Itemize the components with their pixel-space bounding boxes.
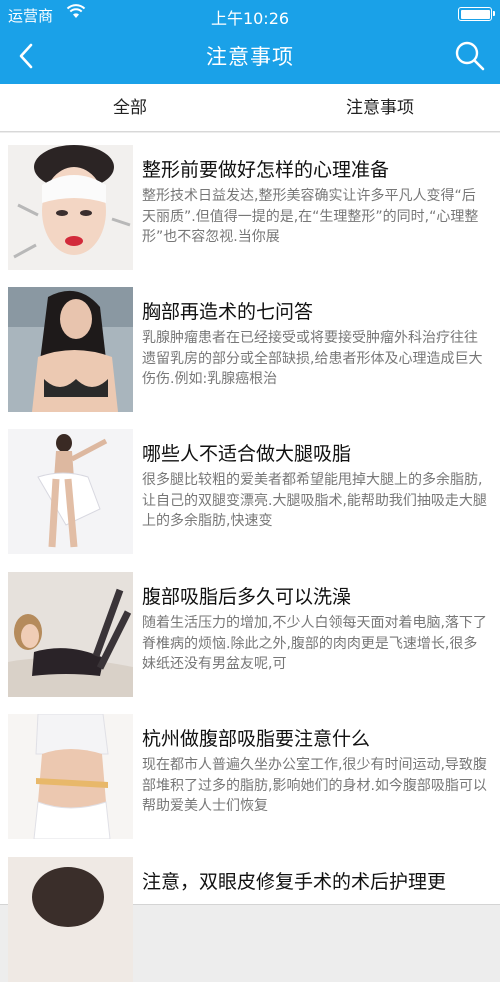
article-title: 整形前要做好怎样的心理准备 — [142, 159, 390, 181]
battery-icon — [458, 7, 495, 21]
search-icon[interactable] — [454, 40, 486, 72]
article-summary: 整形技术日益发达,整形美容确实让许多平凡人变得“后天丽质”.但值得一提的是,在“… — [142, 188, 479, 245]
list-item[interactable]: 整形前要做好怎样的心理准备 整形技术日益发达,整形美容确实让许多平凡人变得“后天… — [0, 133, 500, 279]
navigation-bar: 注意事项 — [0, 28, 500, 84]
page-title: 注意事项 — [206, 45, 294, 69]
category-tabs: 全部 注意事项 — [0, 84, 500, 132]
article-title: 杭州做腹部吸脂要注意什么 — [142, 728, 371, 750]
article-thumbnail — [8, 857, 133, 982]
article-thumbnail — [8, 714, 133, 839]
article-title: 哪些人不适合做大腿吸脂 — [142, 443, 352, 465]
list-item[interactable]: 哪些人不适合做大腿吸脂 很多腿比较粗的爱美者都希望能甩掉大腿上的多余脂肪,让自己… — [0, 417, 500, 562]
article-summary: 很多腿比较粗的爱美者都希望能甩掉大腿上的多余脂肪,让自己的双腿变漂亮.大腿吸脂术… — [142, 472, 487, 529]
article-thumbnail — [8, 429, 133, 554]
article-thumbnail — [8, 287, 133, 412]
tab-notes[interactable]: 注意事项 — [255, 84, 500, 132]
article-summary: 乳腺肿瘤患者在已经接受或将要接受肿瘤外科治疗往往遗留乳房的部分或全部缺损,给患者… — [142, 330, 483, 387]
list-item[interactable]: 杭州做腹部吸脂要注意什么 现在都市人普遍久坐办公室工作,很少有时间运动,导致腹部… — [0, 702, 500, 847]
article-title: 胸部再造术的七问答 — [142, 301, 314, 323]
list-item[interactable]: 腹部吸脂后多久可以洗澡 随着生活压力的增加,不少人白领每天面对着电脑,落下了脊椎… — [0, 560, 500, 704]
article-summary: 现在都市人普遍久坐办公室工作,很少有时间运动,导致腹部堆积了过多的脂肪,影响她们… — [142, 757, 487, 814]
article-thumbnail — [8, 145, 133, 270]
article-summary: 随着生活压力的增加,不少人白领每天面对着电脑,落下了脊椎病的烦恼.除此之外,腹部… — [142, 615, 487, 672]
tab-all[interactable]: 全部 — [5, 84, 255, 132]
article-title: 注意，双眼皮修复手术的术后护理更 — [142, 871, 447, 893]
list-item[interactable]: 注意，双眼皮修复手术的术后护理更 — [0, 845, 500, 982]
list-item[interactable]: 胸部再造术的七问答 乳腺肿瘤患者在已经接受或将要接受肿瘤外科治疗往往遗留乳房的部… — [0, 275, 500, 419]
status-bar: 运营商 上午10:26 — [0, 0, 500, 28]
clock: 上午10:26 — [210, 9, 290, 28]
article-title: 腹部吸脂后多久可以洗澡 — [142, 586, 352, 608]
article-thumbnail — [8, 572, 133, 697]
